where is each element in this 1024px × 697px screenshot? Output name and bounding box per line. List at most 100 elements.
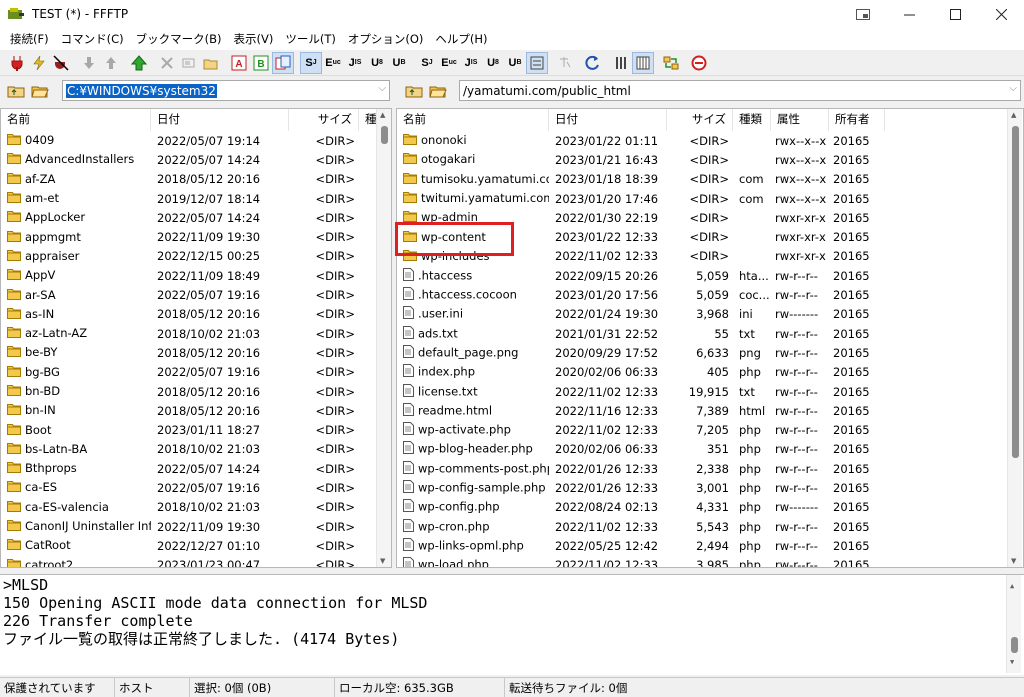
list-item[interactable]: catroot2 2023/01/23 00:47 <DIR> <box>1 556 391 567</box>
kana-convert-icon[interactable] <box>554 52 576 74</box>
refresh-icon[interactable] <box>582 52 604 74</box>
utf8-bom-name-icon[interactable]: UB <box>504 52 526 74</box>
list-item[interactable]: CatRoot 2022/12/27 01:10 <DIR> <box>1 536 391 555</box>
column-header[interactable]: 名前 <box>397 109 549 131</box>
column-header[interactable]: 日付 <box>549 109 667 131</box>
upload-icon[interactable] <box>100 52 122 74</box>
sjis-icon[interactable]: SJ <box>300 51 322 74</box>
list-item[interactable]: af-ZA 2018/05/12 20:16 <DIR> <box>1 170 391 189</box>
no-convert-icon[interactable] <box>526 51 548 74</box>
column-header[interactable]: サイズ <box>667 109 733 131</box>
quick-connect-icon[interactable] <box>28 52 50 74</box>
scroll-up-icon[interactable]: ▲ <box>1011 111 1016 119</box>
list-item[interactable]: AdvancedInstallers 2022/05/07 14:24 <DIR> <box>1 150 391 169</box>
scroll-down-icon[interactable]: ▼ <box>1010 653 1014 671</box>
list-item[interactable]: CanonIJ Uninstaller Inf... 2022/11/09 19:… <box>1 517 391 536</box>
list-item[interactable]: AppV 2022/11/09 18:49 <DIR> <box>1 266 391 285</box>
download-icon[interactable] <box>78 52 100 74</box>
list-item[interactable]: default_page.png 2020/09/29 17:52 6,633 png… <box>397 343 885 362</box>
list-item[interactable]: wp-blog-header.php 2020/02/06 06:33 351 php… <box>397 440 885 459</box>
list-item[interactable]: index.php 2020/02/06 06:33 405 php rw-r--r--… <box>397 363 885 382</box>
list-item[interactable]: .user.ini 2022/01/24 19:30 3,968 ini rw-----… <box>397 305 885 324</box>
list-item[interactable]: ar-SA 2022/05/07 19:16 <DIR> <box>1 285 391 304</box>
list-item[interactable]: bn-BD 2018/05/12 20:16 <DIR> <box>1 382 391 401</box>
local-open-folder-icon[interactable] <box>30 82 50 100</box>
menu-view[interactable]: 表示(V) <box>227 31 279 47</box>
list-item[interactable]: twitumi.yamatumi.com 2023/01/20 17:46 <DIR… <box>397 189 885 208</box>
list-item[interactable]: Bthprops 2022/05/07 14:24 <DIR> <box>1 459 391 478</box>
column-header[interactable]: 日付 <box>151 109 289 131</box>
menu-options[interactable]: オプション(O) <box>342 31 430 47</box>
sync-folder-icon[interactable] <box>660 52 682 74</box>
auto-mode-icon[interactable] <box>272 51 294 74</box>
list-item[interactable]: bs-Latn-BA 2018/10/02 21:03 <DIR> <box>1 440 391 459</box>
list-item[interactable]: wp-load.php 2022/11/02 12:33 3,985 php rw-r-… <box>397 556 885 567</box>
local-scroll-thumb[interactable] <box>381 126 388 144</box>
ascii-mode-icon[interactable]: A <box>228 52 250 74</box>
scroll-down-icon[interactable]: ▼ <box>380 557 385 565</box>
log-scrollbar[interactable]: ▲ ▼ <box>1006 575 1021 673</box>
maximize-button[interactable] <box>932 0 978 28</box>
list-item[interactable]: tumisoku.yamatumi.co... 2023/01/18 18:39 <… <box>397 170 885 189</box>
list-item[interactable]: am-et 2019/12/07 18:14 <DIR> <box>1 189 391 208</box>
rename-icon[interactable] <box>178 52 200 74</box>
stop-icon[interactable] <box>688 52 710 74</box>
list-item[interactable]: wp-links-opml.php 2022/05/25 12:42 2,494 ph… <box>397 536 885 555</box>
column-header[interactable]: 種類 <box>733 109 771 131</box>
utf8-name-icon[interactable]: U8 <box>482 52 504 74</box>
scroll-down-icon[interactable]: ▼ <box>1011 557 1016 565</box>
list-item[interactable]: wp-config.php 2022/08/24 02:13 4,331 php rw-… <box>397 498 885 517</box>
chevron-down-icon[interactable]: ⌵ <box>1009 83 1017 94</box>
local-path-input[interactable]: C:¥WINDOWS¥system32 ⌵ <box>62 80 390 101</box>
list-item[interactable]: bg-BG 2022/05/07 19:16 <DIR> <box>1 363 391 382</box>
column-header[interactable]: サイズ <box>289 109 359 131</box>
list-item[interactable]: ads.txt 2021/01/31 22:52 55 txt rw-r--r-- 201… <box>397 324 885 343</box>
column-header[interactable]: 属性 <box>771 109 829 131</box>
list-item[interactable]: wp-cron.php 2022/11/02 12:33 5,543 php rw-r-… <box>397 517 885 536</box>
list-item[interactable]: ca-ES-valencia 2018/10/02 21:03 <DIR> <box>1 498 391 517</box>
list-item[interactable]: Boot 2023/01/11 18:27 <DIR> <box>1 420 391 439</box>
menu-command[interactable]: コマンド(C) <box>55 31 130 47</box>
list-item[interactable]: wp-config-sample.php 2022/01/26 12:33 3,00… <box>397 478 885 497</box>
pip-icon[interactable] <box>840 0 886 28</box>
menu-connect[interactable]: 接続(F) <box>4 31 55 47</box>
list-item[interactable]: readme.html 2022/11/16 12:33 7,389 html rw-r… <box>397 401 885 420</box>
menu-tools[interactable]: ツール(T) <box>279 31 342 47</box>
list-item[interactable]: as-IN 2018/05/12 20:16 <DIR> <box>1 305 391 324</box>
list-item[interactable]: bn-IN 2018/05/12 20:16 <DIR> <box>1 401 391 420</box>
chevron-down-icon[interactable]: ⌵ <box>378 83 386 94</box>
list-item[interactable]: .htaccess 2022/09/15 20:26 5,059 hta... rw-r… <box>397 266 885 285</box>
menu-help[interactable]: ヘルプ(H) <box>429 31 493 47</box>
column-header[interactable]: 所有者 <box>829 109 885 131</box>
local-scrollbar[interactable]: ▲ ▼ <box>376 109 391 567</box>
list-item[interactable]: appraiser 2022/12/15 00:25 <DIR> <box>1 247 391 266</box>
list-view-icon[interactable] <box>610 52 632 74</box>
list-item[interactable]: otogakari 2023/01/21 16:43 <DIR> rwx--x--x 2… <box>397 150 885 169</box>
minimize-button[interactable] <box>886 0 932 28</box>
detail-view-icon[interactable] <box>632 51 654 74</box>
list-item[interactable]: wp-comments-post.php 2022/01/26 12:33 2,33… <box>397 459 885 478</box>
list-item[interactable]: license.txt 2022/11/02 12:33 19,915 txt rw-r… <box>397 382 885 401</box>
remote-scrollbar[interactable]: ▲ ▼ <box>1007 109 1022 567</box>
binary-mode-icon[interactable]: B <box>250 52 272 74</box>
connect-icon[interactable] <box>6 52 28 74</box>
list-item[interactable]: ononoki 2023/01/22 01:11 <DIR> rwx--x--x 201… <box>397 131 885 150</box>
euc-name-icon[interactable]: Euc <box>438 52 460 74</box>
mirror-upload-icon[interactable] <box>128 52 150 74</box>
list-item[interactable]: wp-activate.php 2022/11/02 12:33 7,205 php r… <box>397 420 885 439</box>
jis-icon[interactable]: J IS <box>344 52 366 74</box>
remote-path-input[interactable]: /yamatumi.com/public_html ⌵ <box>459 80 1021 101</box>
local-up-folder-icon[interactable] <box>6 82 26 100</box>
list-item[interactable]: .htaccess.cocoon 2023/01/20 17:56 5,059 coc… <box>397 285 885 304</box>
sjis-name-icon[interactable]: SJ <box>416 52 438 74</box>
scroll-up-icon[interactable]: ▲ <box>380 111 385 119</box>
disconnect-icon[interactable] <box>50 52 72 74</box>
remote-scroll-thumb[interactable] <box>1012 126 1019 458</box>
list-item[interactable]: be-BY 2018/05/12 20:16 <DIR> <box>1 343 391 362</box>
remote-up-folder-icon[interactable] <box>404 82 424 100</box>
log-scroll-thumb[interactable] <box>1011 637 1018 653</box>
delete-icon[interactable] <box>156 52 178 74</box>
euc-icon[interactable]: Euc <box>322 52 344 74</box>
list-item[interactable]: AppLocker 2022/05/07 14:24 <DIR> <box>1 208 391 227</box>
list-item[interactable]: 0409 2022/05/07 19:14 <DIR> <box>1 131 391 150</box>
